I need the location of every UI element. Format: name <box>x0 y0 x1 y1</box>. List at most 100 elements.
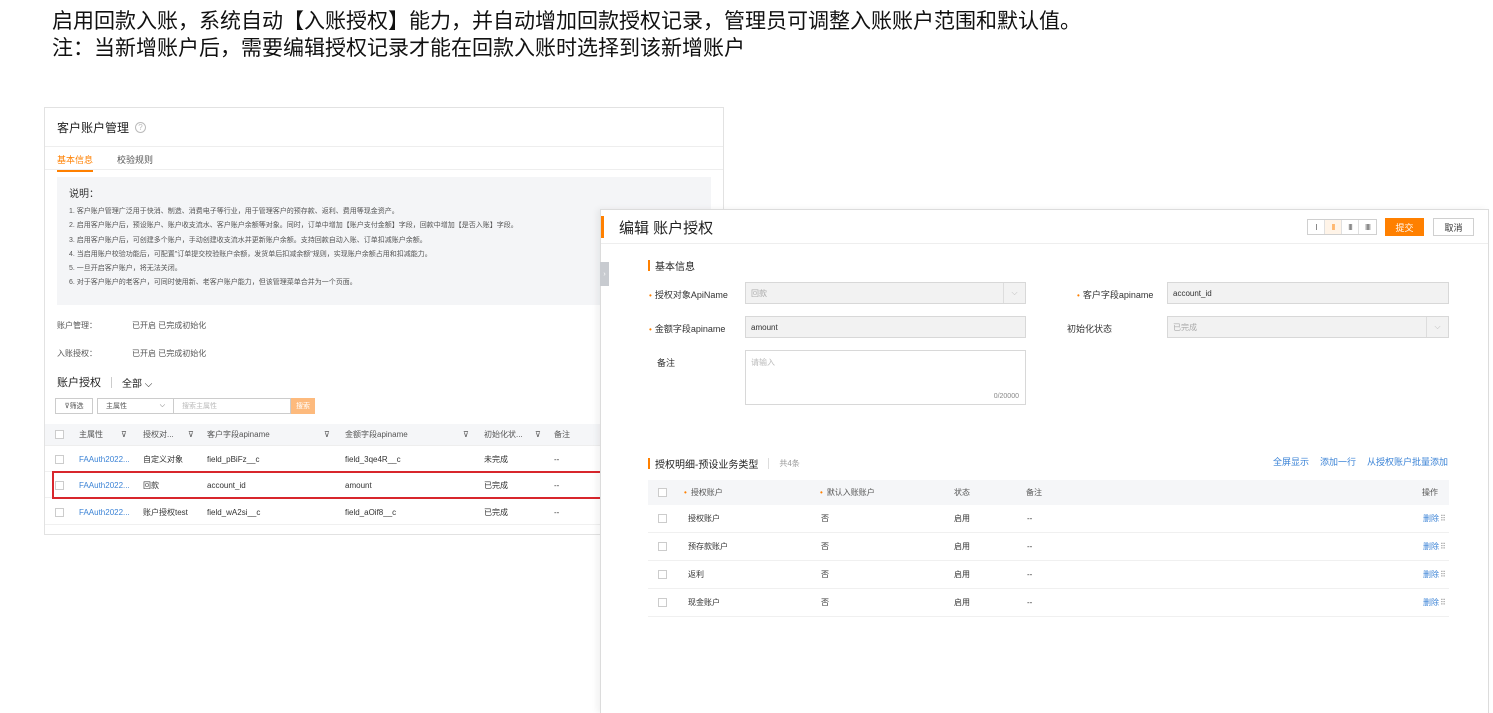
scope-filter-dropdown[interactable]: 全部 ⌵ <box>122 375 152 390</box>
layout-option-3[interactable]: III <box>1342 220 1359 234</box>
filter-icon[interactable]: ⊽ <box>324 424 330 445</box>
batch-add-link[interactable]: 从授权账户批量添加 <box>1367 455 1448 468</box>
field-label: 备注 <box>657 358 676 368</box>
filter-button[interactable]: ⊽ 筛选 <box>55 398 93 414</box>
column-header[interactable]: 金额字段apiname <box>345 424 408 445</box>
drag-handle-icon[interactable]: ⠿ <box>1440 570 1446 579</box>
table-cell[interactable]: -- <box>1027 533 1032 560</box>
layout-option-1[interactable]: I <box>1308 220 1325 234</box>
table-cell: 自定义对象 <box>143 454 183 464</box>
column-header: 状态 <box>954 488 970 497</box>
panel-title-text: 客户账户管理 <box>57 121 130 135</box>
field-value: amount <box>751 322 778 332</box>
accent-bar <box>648 260 650 271</box>
filter-icon[interactable]: ⊽ <box>463 424 469 445</box>
filter-icon[interactable]: ⊽ <box>535 424 541 445</box>
header-text: 授权账户 <box>690 488 723 497</box>
checkbox[interactable] <box>658 542 667 551</box>
highlight-box <box>52 471 612 499</box>
column-header[interactable]: 初始化状... <box>484 424 523 445</box>
checkbox[interactable] <box>55 507 64 517</box>
field-label: • 授权对象ApiName <box>649 288 728 301</box>
table-row[interactable]: 预存款账户 否 启用 -- 删除 ⠿ <box>648 533 1449 561</box>
drag-handle-icon[interactable]: ⠿ <box>1440 598 1446 607</box>
panel-title: 编辑 账户授权 <box>619 220 714 237</box>
tab-validation-rules[interactable]: 校验规则 <box>117 153 153 166</box>
detail-actions: 全屏显示 添加一行 从授权账户批量添加 <box>1273 455 1448 468</box>
table-cell[interactable]: -- <box>1027 589 1032 616</box>
table-cell[interactable]: 启用 <box>954 589 970 616</box>
collapse-panel-handle[interactable]: › <box>600 262 609 286</box>
table-cell[interactable]: 预存款账户 <box>688 533 728 560</box>
drag-handle-icon[interactable]: ⠿ <box>1440 514 1446 523</box>
table-cell: 账户授权test <box>143 507 188 517</box>
section-title-text: 授权明细-预设业务类型 <box>655 460 759 471</box>
checkbox[interactable] <box>658 598 667 607</box>
table-cell[interactable]: 现金账户 <box>688 589 720 616</box>
label-text: 金额字段apiname <box>654 324 726 334</box>
table-cell[interactable]: 启用 <box>954 561 970 588</box>
init-status-select: 已完成 ⌵ <box>1167 316 1449 338</box>
section-title-text: 基本信息 <box>655 262 695 273</box>
table-row[interactable]: 授权账户 否 启用 -- 删除 ⠿ <box>648 505 1449 533</box>
record-link[interactable]: FAAuth2022... <box>79 447 130 471</box>
filter-icon[interactable]: ⊽ <box>188 424 194 445</box>
select-all-checkbox[interactable] <box>658 488 667 497</box>
field-select[interactable]: 主属性 ⌵ <box>97 398 173 414</box>
field-value: account_id <box>1173 288 1212 298</box>
table-cell[interactable]: 否 <box>821 505 829 532</box>
checkbox[interactable] <box>55 430 64 439</box>
help-icon[interactable]: ? <box>135 122 147 133</box>
record-link[interactable]: FAAuth2022... <box>79 500 130 524</box>
filter-toolbar: ⊽ 筛选 主属性 ⌵ 搜索主属性 搜索 <box>55 398 315 414</box>
remark-textarea[interactable]: 请输入 0/20000 <box>745 350 1026 405</box>
delete-link[interactable]: 删除 <box>1423 541 1439 552</box>
submit-button[interactable]: 提交 <box>1385 218 1424 236</box>
checkbox[interactable] <box>55 454 64 464</box>
delete-link[interactable]: 删除 <box>1423 597 1439 608</box>
layout-option-2[interactable]: II <box>1325 220 1342 234</box>
table-cell[interactable]: -- <box>1027 561 1032 588</box>
table-cell: -- <box>554 507 560 517</box>
delete-link[interactable]: 删除 <box>1423 569 1439 580</box>
filter-label: 筛选 <box>69 403 84 410</box>
table-cell[interactable]: 启用 <box>954 505 970 532</box>
select-all-checkbox[interactable] <box>55 424 64 445</box>
column-header[interactable]: 主属性 <box>79 424 103 445</box>
char-counter: 0/20000 <box>993 393 1019 400</box>
column-header: 操作 <box>1422 488 1438 497</box>
table-cell: field_aOif8__c <box>345 507 397 517</box>
auth-object-select: 回款 ⌵ <box>745 282 1026 304</box>
table-cell[interactable]: 启用 <box>954 533 970 560</box>
column-header[interactable]: 授权对... <box>143 424 174 445</box>
column-header[interactable]: 备注 <box>554 424 570 445</box>
tab-basic-info[interactable]: 基本信息 <box>57 153 94 172</box>
delete-link[interactable]: 删除 <box>1423 513 1439 524</box>
table-cell[interactable]: 否 <box>821 533 829 560</box>
table-cell[interactable]: 返利 <box>688 561 704 588</box>
record-count: 共4条 <box>768 458 800 469</box>
add-row-link[interactable]: 添加一行 <box>1320 455 1356 468</box>
table-cell[interactable]: 否 <box>821 561 829 588</box>
account-management-status: 账户管理： 已开启 已完成初始化 <box>57 320 206 331</box>
checkbox[interactable] <box>658 570 667 579</box>
status-value: 已开启 已完成初始化 <box>132 321 207 330</box>
label-text: 授权对象ApiName <box>654 290 728 300</box>
fullscreen-link[interactable]: 全屏显示 <box>1273 455 1309 468</box>
drag-handle-icon[interactable]: ⠿ <box>1440 542 1446 551</box>
table-cell[interactable]: 授权账户 <box>688 505 720 532</box>
table-cell[interactable]: -- <box>1027 505 1032 532</box>
column-header[interactable]: 客户字段apiname <box>207 424 270 445</box>
table-row[interactable]: 现金账户 否 启用 -- 删除 ⠿ <box>648 589 1449 617</box>
description-line-2: 注：当新增账户后，需要编辑授权记录才能在回款入账时选择到该新增账户 <box>52 36 745 60</box>
table-cell[interactable]: 否 <box>821 589 829 616</box>
filter-icon[interactable]: ⊽ <box>121 424 127 445</box>
layout-option-4[interactable]: IIII <box>1359 220 1376 234</box>
cancel-button[interactable]: 取消 <box>1433 218 1474 236</box>
search-button[interactable]: 搜索 <box>291 398 315 414</box>
checkbox[interactable] <box>658 514 667 523</box>
table-row[interactable]: 返利 否 启用 -- 删除 ⠿ <box>648 561 1449 589</box>
table-cell: -- <box>554 454 560 464</box>
search-input[interactable]: 搜索主属性 <box>173 398 291 414</box>
chevron-down-icon: ⌵ <box>1003 283 1025 303</box>
